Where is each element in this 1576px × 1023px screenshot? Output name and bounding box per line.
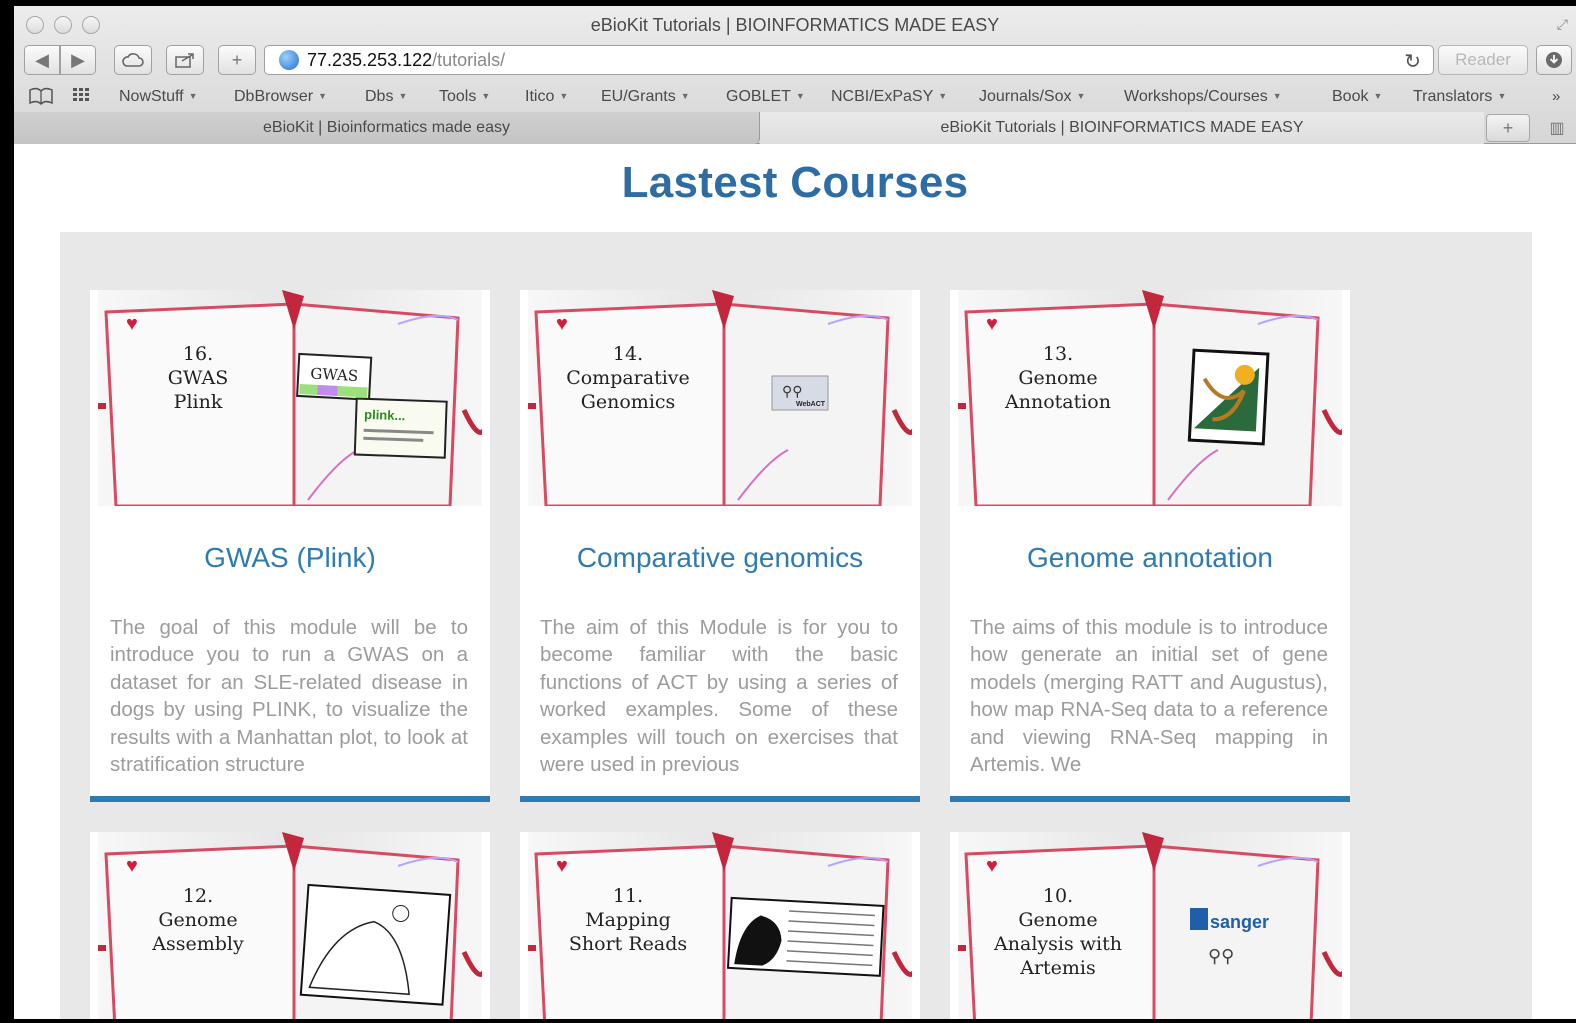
share-icon [175, 53, 194, 68]
reading-list-icon[interactable] [28, 87, 54, 110]
address-bar[interactable]: 77.235.253.122 /tutorials/ ↻ [264, 45, 1434, 75]
bookmark-ncbi-expasy[interactable]: NCBI/ExPaSY ▼ [831, 88, 947, 106]
bookmark-book[interactable]: Book ▼ [1332, 88, 1382, 106]
tab-ebiokit-home[interactable]: eBioKit | Bioinformatics made easy [14, 112, 760, 144]
card-accent-bar [950, 796, 1350, 802]
gwas-image-label: GWAS [310, 365, 359, 385]
svg-text:♥: ♥ [986, 313, 998, 335]
notebook-line: GWAS [168, 367, 229, 389]
notebook-number: 16. [183, 343, 213, 365]
notebook-number: 14. [613, 343, 643, 365]
notebook-number: 11. [613, 885, 643, 907]
notebook-number: 12. [183, 885, 213, 907]
notebook-line: Short Reads [569, 933, 687, 955]
window-title: eBioKit Tutorials | BIOINFORMATICS MADE … [590, 15, 1000, 35]
notebook-line: Annotation [1004, 391, 1111, 413]
course-title[interactable]: Comparative genomics [520, 542, 920, 574]
bookmark-tools[interactable]: Tools ▼ [439, 88, 490, 106]
notebook-line: Assembly [151, 933, 244, 955]
bookmark-workshops-courses[interactable]: Workshops/Courses ▼ [1124, 88, 1282, 106]
bookmark-itico[interactable]: Itico ▼ [525, 88, 568, 106]
course-card-gwas[interactable]: ♥ 16. GWAS Plink GWAS plink... GWAS (Pli… [90, 290, 490, 802]
url-host: 77.235.253.122 [307, 49, 433, 70]
top-sites-icon[interactable] [72, 86, 94, 109]
svg-text:⚲⚲: ⚲⚲ [1208, 946, 1234, 966]
add-bookmark-button[interactable]: + [218, 45, 256, 75]
tab-overview-icon[interactable]: ▥ [1538, 114, 1576, 142]
course-thumbnail[interactable]: ♥ 10. Genome Analysis with Artemis sange… [958, 832, 1342, 1019]
course-thumbnail[interactable]: ♥ 14. Comparative Genomics ⚲⚲ WebACT [528, 290, 912, 506]
reader-button[interactable]: Reader [1438, 45, 1528, 75]
icloud-tabs-button[interactable] [114, 45, 152, 75]
notebook-line: Plink [174, 391, 223, 413]
course-card-comparative-genomics[interactable]: ♥ 14. Comparative Genomics ⚲⚲ WebACT Com… [520, 290, 920, 802]
course-description: The goal of this module will be to intro… [110, 616, 468, 777]
tab-bar: eBioKit | Bioinformatics made easy eBioK… [14, 112, 1576, 144]
more-bookmarks-icon[interactable]: » [1552, 88, 1560, 105]
svg-text:♥: ♥ [556, 313, 568, 335]
course-card-genome-annotation[interactable]: ♥ 13. Genome Annotation Genome annotatio… [950, 290, 1350, 802]
svg-text:♥: ♥ [126, 313, 138, 335]
url-path: /tutorials/ [432, 49, 506, 70]
bookmarks-bar: NowStuff ▼ DbBrowser ▼ Dbs ▼ Tools ▼ Itico ▼ … [14, 82, 1576, 112]
tab-ebiokit-tutorials[interactable]: eBioKit Tutorials | BIOINFORMATICS MADE … [760, 112, 1484, 144]
course-thumbnail[interactable]: ♥ 13. Genome Annotation [958, 290, 1342, 506]
fullscreen-icon[interactable]: ⤢ [1557, 16, 1568, 33]
back-button[interactable]: ◀ [24, 45, 60, 75]
course-description: The aims of this module is to introduce … [970, 616, 1328, 777]
reload-icon[interactable]: ↻ [1404, 49, 1421, 74]
course-thumbnail[interactable]: ♥ 11. Mapping Short Reads [528, 832, 912, 1019]
download-icon [1546, 52, 1562, 68]
course-thumbnail[interactable]: ♥ 12. Genome Assembly [98, 832, 482, 1019]
browser-chrome: eBioKit Tutorials | BIOINFORMATICS MADE … [14, 6, 1576, 144]
toolbar: ◀ ▶ + 77.235.253.122 /tutorials/ ↻ Reade… [14, 42, 1576, 82]
card-accent-bar [520, 796, 920, 802]
course-thumbnail[interactable]: ♥ 16. GWAS Plink GWAS plink... [98, 290, 482, 506]
notebook-line: Comparative [566, 367, 690, 389]
notebook-number: 10. [1043, 885, 1073, 907]
share-button[interactable] [166, 45, 204, 75]
bookmark-nowstuff[interactable]: NowStuff ▼ [119, 88, 198, 106]
globe-icon [279, 50, 299, 70]
bookmark-dbbrowser[interactable]: DbBrowser ▼ [234, 88, 327, 106]
notebook-line: Analysis with [993, 933, 1122, 955]
svg-text:♥: ♥ [126, 855, 138, 877]
course-title[interactable]: Genome annotation [950, 542, 1350, 574]
forward-button[interactable]: ▶ [60, 45, 96, 75]
cloud-icon [122, 53, 144, 67]
bookmark-journals-sox[interactable]: Journals/Sox ▼ [979, 88, 1085, 106]
bookmark-goblet[interactable]: GOBLET ▼ [726, 88, 805, 106]
title-bar: eBioKit Tutorials | BIOINFORMATICS MADE … [14, 6, 1576, 42]
bookmark-dbs[interactable]: Dbs ▼ [365, 88, 407, 106]
course-card-mapping-short-reads[interactable]: ♥ 11. Mapping Short Reads [520, 832, 920, 1019]
svg-text:♥: ♥ [556, 855, 568, 877]
course-card-genome-assembly[interactable]: ♥ 12. Genome Assembly [90, 832, 490, 1019]
notebook-line: Genome [1018, 367, 1097, 389]
course-card-artemis[interactable]: ♥ 10. Genome Analysis with Artemis sange… [950, 832, 1350, 1019]
bookmark-eu-grants[interactable]: EU/Grants ▼ [601, 88, 690, 106]
plink-image-label: plink... [364, 407, 406, 423]
bookmark-translators[interactable]: Translators ▼ [1413, 88, 1506, 106]
card-accent-bar [90, 796, 490, 802]
new-tab-button[interactable]: + [1486, 114, 1530, 142]
sanger-logo-label: sanger [1210, 912, 1269, 932]
notebook-line: Genome [158, 909, 237, 931]
page-title: Lastest Courses [621, 158, 969, 207]
svg-text:♥: ♥ [986, 855, 998, 877]
notebook-line: Mapping [585, 909, 671, 931]
page-content: Lastest Courses ♥ 16. GWAS Plink GWAS pl… [14, 144, 1576, 1019]
course-title[interactable]: GWAS (Plink) [90, 542, 490, 574]
svg-text:⚲⚲: ⚲⚲ [782, 383, 803, 399]
notebook-line: Genomics [581, 391, 676, 413]
downloads-button[interactable] [1536, 45, 1572, 75]
notebook-line: Genome [1018, 909, 1097, 931]
notebook-line: Artemis [1019, 957, 1096, 979]
webact-image-label: WebACT [796, 401, 826, 408]
notebook-number: 13. [1043, 343, 1073, 365]
course-description: The aim of this Module is for you to bec… [540, 616, 898, 777]
